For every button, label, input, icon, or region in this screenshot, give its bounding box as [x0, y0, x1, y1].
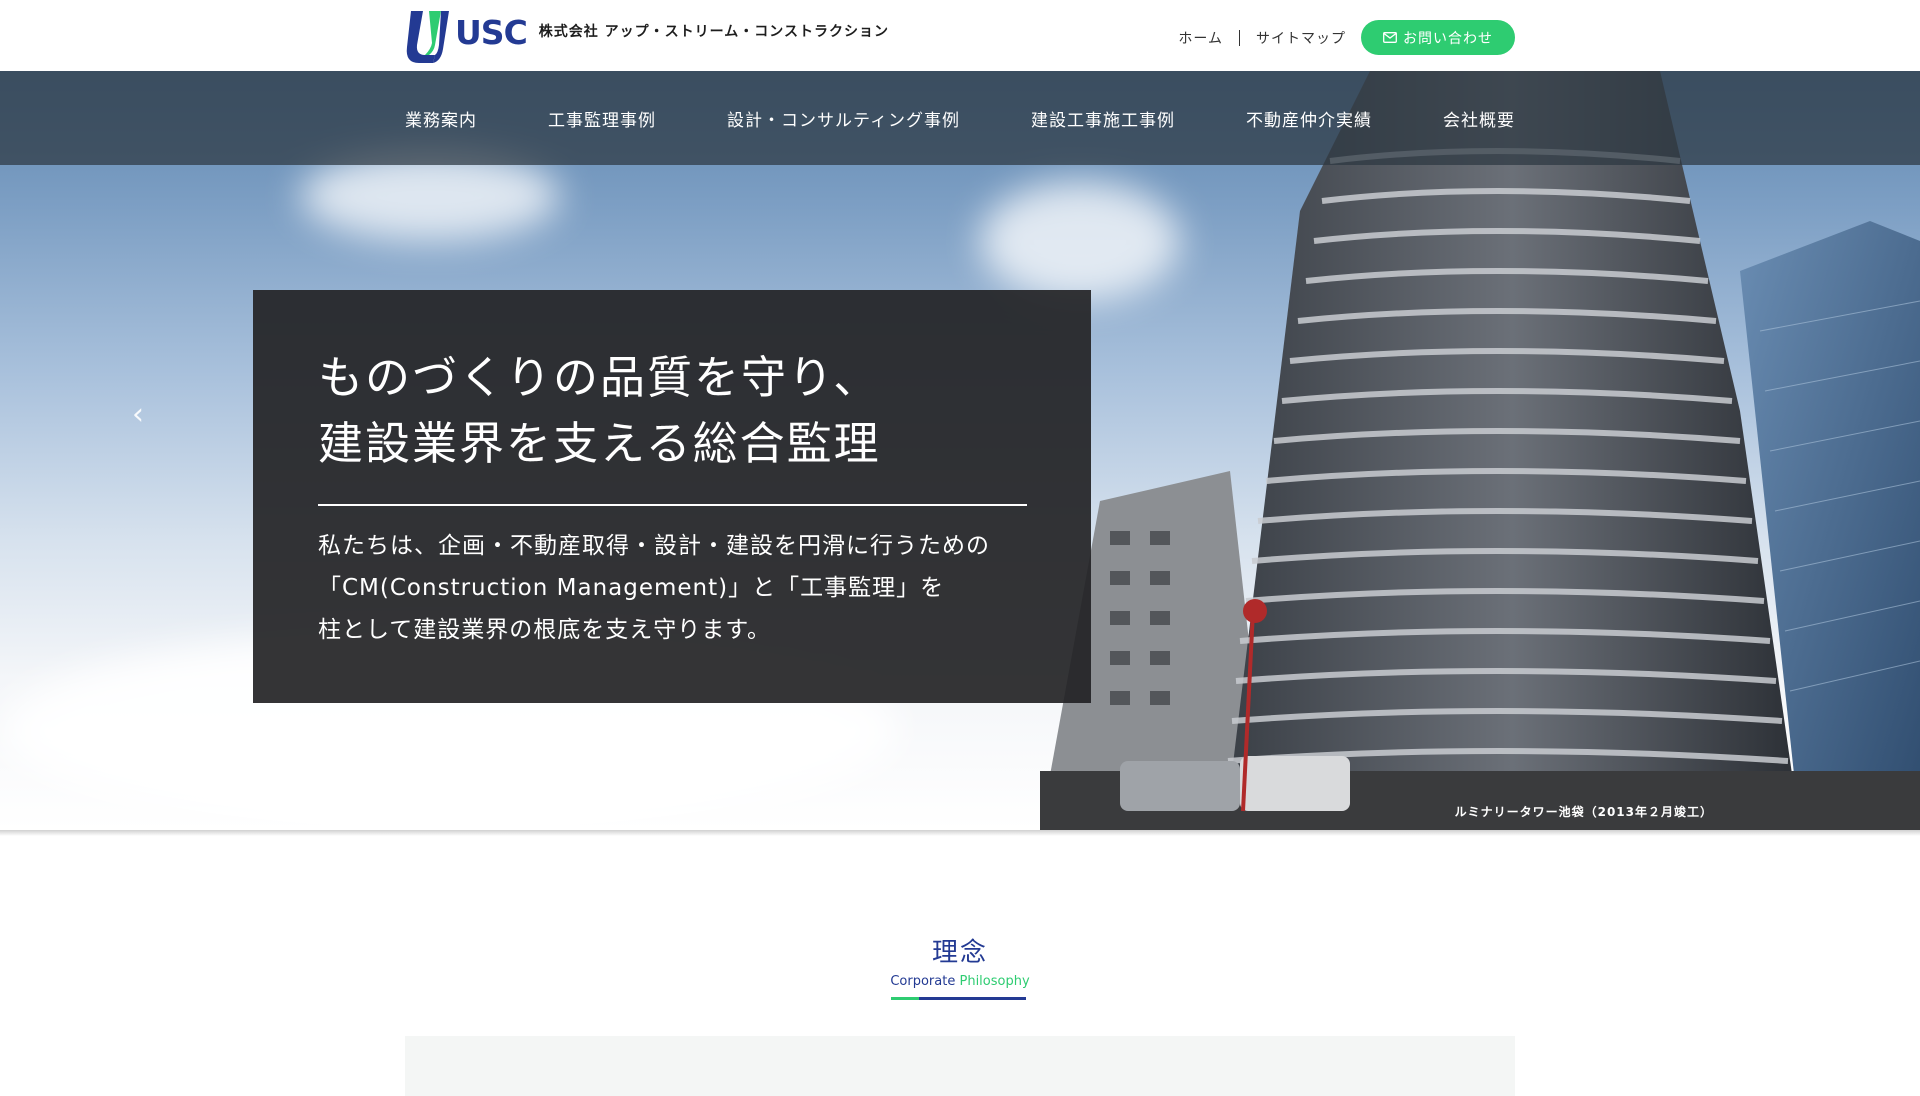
- contact-button-label: お問い合わせ: [1403, 30, 1493, 47]
- nav-item-services[interactable]: 業務案内: [405, 106, 477, 131]
- link-divider: [1239, 29, 1240, 46]
- utility-links: ホーム サイトマップ お問い合わせ: [1178, 20, 1515, 55]
- photo-caption: ルミナリータワー池袋（2013年２月竣工）: [1454, 805, 1713, 819]
- logo-mark-icon: [406, 11, 449, 63]
- logo[interactable]: USC 株式会社 アップ・ストリーム・コンストラクション: [405, 9, 889, 65]
- main-nav: 業務案内 工事監理事例 設計・コンサルティング事例 建設工事施工事例 不動産仲介…: [0, 71, 1920, 165]
- section-underline: [891, 997, 1026, 1000]
- nav-item-design-consulting[interactable]: 設計・コンサルティング事例: [727, 106, 960, 131]
- hero-slider: ルミナリータワー池袋（2013年２月竣工） 業務案内 工事監理事例 設計・コンサ…: [0, 71, 1920, 830]
- hero-title-line: ものづくりの品質を守り、: [318, 351, 881, 404]
- nav-item-supervision-cases[interactable]: 工事監理事例: [548, 106, 656, 131]
- site-header: USC 株式会社 アップ・ストリーム・コンストラクション ホーム サイトマップ …: [0, 0, 1920, 71]
- hero-description: 私たちは、企画・不動産取得・設計・建設を円滑に行うための 「CM(Constru…: [318, 525, 1038, 651]
- company-name: 株式会社 アップ・ストリーム・コンストラクション: [538, 24, 889, 40]
- nav-list: 業務案内 工事監理事例 設計・コンサルティング事例 建設工事施工事例 不動産仲介…: [405, 71, 1515, 165]
- subtitle-primary: Corporate: [890, 974, 956, 989]
- home-link[interactable]: ホーム: [1178, 28, 1223, 48]
- hero-shadow: [0, 830, 1920, 836]
- mail-icon: [1383, 32, 1397, 43]
- subtitle-accent: Philosophy: [959, 974, 1030, 989]
- section-title: 理念: [931, 938, 988, 968]
- chevron-left-icon[interactable]: ‹: [132, 400, 158, 430]
- section-subtitle: Corporate Philosophy: [0, 974, 1920, 989]
- sitemap-link[interactable]: サイトマップ: [1256, 28, 1346, 48]
- philosophy-content-box: [405, 1036, 1515, 1096]
- nav-item-construction-cases[interactable]: 建設工事施工事例: [1031, 106, 1175, 131]
- building-photo: [1040, 71, 1920, 830]
- hero-desc-line: 私たちは、企画・不動産取得・設計・建設を円滑に行うための: [318, 533, 990, 559]
- hero-title-line: 建設業界を支える総合監理: [318, 417, 881, 470]
- nav-item-real-estate[interactable]: 不動産仲介実績: [1246, 106, 1372, 131]
- hero-text-panel: ものづくりの品質を守り、 建設業界を支える総合監理 私たちは、企画・不動産取得・…: [253, 290, 1091, 703]
- hero-title: ものづくりの品質を守り、 建設業界を支える総合監理: [318, 345, 1038, 477]
- underline-accent: [891, 997, 919, 1000]
- nav-item-company[interactable]: 会社概要: [1443, 106, 1515, 131]
- hero-desc-line: 柱として建設業界の根底を支え守ります。: [318, 617, 772, 643]
- logo-text: USC: [455, 12, 528, 52]
- hero-divider: [318, 504, 1027, 506]
- hero-desc-line: 「CM(Construction Management)」と「工事監理」を: [318, 575, 945, 601]
- contact-button[interactable]: お問い合わせ: [1361, 20, 1515, 55]
